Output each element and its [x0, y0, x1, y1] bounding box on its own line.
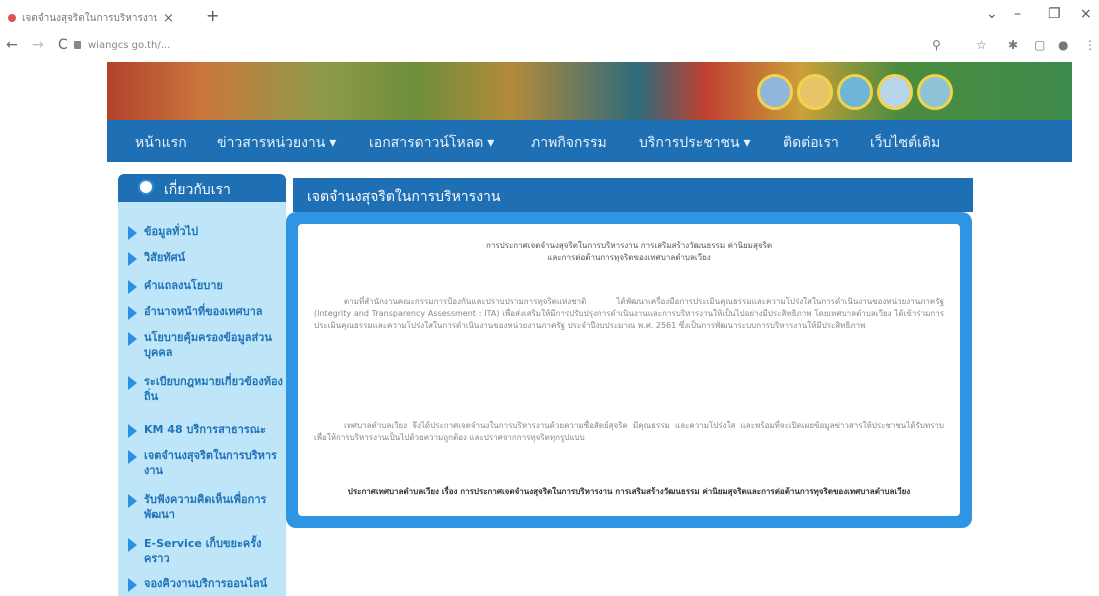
sidebar-item-km[interactable]: KM 48 บริการสาธารณะ [128, 422, 286, 438]
browser-tabbar: เจตจำนงสุจริตในการบริหารงาน × + ⌄ – ❐ × [0, 0, 1099, 34]
announcement-paragraph: ตามที่สำนักงานคณะกรรมการป้องกันและปราบปร… [314, 297, 944, 330]
url-field[interactable]: wiangcs go.th/... [88, 40, 170, 51]
tab-list-icon[interactable]: ⌄ [986, 6, 998, 22]
forward-button[interactable]: → [32, 37, 44, 53]
maximize-button[interactable]: ❐ [1048, 6, 1061, 22]
banner-emblem [837, 74, 873, 110]
sidebar-heading-label: เกี่ยวกับเรา [164, 182, 231, 198]
header-banner [107, 62, 1072, 120]
sidepanel-icon[interactable]: ▢ [1034, 38, 1045, 52]
arrow-right-icon [128, 332, 137, 346]
search-icon[interactable]: ⚲ [932, 38, 941, 52]
arrow-right-icon [128, 376, 137, 390]
announcement-document: การประกาศเจตจำนงสุจริตในการบริหารงาน การ… [298, 224, 960, 516]
content-heading: เจตจำนงสุจริตในการบริหารงาน [293, 178, 973, 212]
menu-services[interactable]: บริการประชาชน ▾ [639, 132, 751, 154]
sidebar-item-eservice[interactable]: E-Service เก็บขยะครั้งคราว [128, 536, 286, 566]
menu-gallery[interactable]: ภาพกิจกรรม [531, 132, 607, 154]
menu-icon[interactable]: ⋮ [1084, 38, 1096, 52]
arrow-right-icon [128, 578, 137, 592]
announcement-title: การประกาศเจตจำนงสุจริตในการบริหารงาน การ… [298, 240, 960, 264]
content-frame: การประกาศเจตจำนงสุจริตในการบริหารงาน การ… [286, 212, 972, 528]
arrow-right-icon [128, 424, 137, 438]
menu-news[interactable]: ข่าวสารหน่วยงาน ▾ [217, 132, 336, 154]
sidebar-item-feedback[interactable]: รับฟังความคิดเห็นเพื่อการพัฒนา [128, 492, 286, 522]
sidebar: ข้อมูลทั่วไป วิสัยทัศน์ คำแถลงนโยบาย อำน… [118, 202, 286, 596]
main-menu: หน้าแรก ข่าวสารหน่วยงาน ▾ เอกสารดาวน์โหล… [107, 120, 1072, 162]
arrow-right-icon [128, 306, 137, 320]
menu-downloads[interactable]: เอกสารดาวน์โหลด ▾ [369, 132, 494, 154]
bookmark-star-icon[interactable]: ☆ [976, 38, 987, 52]
announcement-title-line2: และการต่อต้านการทุจริตของเทศบาลตำบลเวียง [547, 253, 711, 262]
menu-contact[interactable]: ติดต่อเรา [783, 132, 839, 154]
close-window-button[interactable]: × [1080, 6, 1092, 22]
sidebar-item-booking[interactable]: จองคิวงานบริการออนไลน์ [128, 576, 286, 592]
menu-home[interactable]: หน้าแรก [135, 132, 187, 154]
new-tab-button[interactable]: + [206, 6, 219, 25]
page-margin [1072, 62, 1099, 596]
sidebar-item-general-info[interactable]: ข้อมูลทั่วไป [128, 224, 286, 240]
arrow-right-icon [128, 280, 137, 294]
arrow-right-icon [128, 252, 137, 266]
page-title: เจตจำนงสุจริตในการบริหารงาน [307, 189, 501, 205]
banner-emblem [877, 74, 913, 110]
tab-title: เจตจำนงสุจริตในการบริหารงาน [22, 12, 157, 24]
tab-close-icon[interactable]: × [163, 11, 174, 26]
menu-old-site[interactable]: เว็บไซต์เดิม [870, 132, 940, 154]
announcement-title-line1: การประกาศเจตจำนงสุจริตในการบริหารงาน การ… [485, 241, 773, 250]
address-bar: ← → C wiangcs go.th/... ⚲ ☆ ✱ ▢ ● ⋮ [0, 34, 1099, 60]
sidebar-item-duties[interactable]: อำนาจหน้าที่ของเทศบาล [128, 304, 286, 320]
browser-tab[interactable]: เจตจำนงสุจริตในการบริหารงาน × [8, 6, 198, 30]
reload-button[interactable]: C [58, 37, 68, 53]
sidebar-item-integrity[interactable]: เจตจำนงสุจริตในการบริหารงาน [128, 448, 286, 478]
banner-emblem [917, 74, 953, 110]
sidebar-item-privacy[interactable]: นโยบายคุ้มครองข้อมูลส่วนบุคคล [128, 330, 286, 360]
profile-icon[interactable]: ● [1058, 38, 1068, 52]
favicon-icon [8, 14, 16, 22]
globe-icon [138, 179, 154, 195]
banner-emblem [797, 74, 833, 110]
lock-icon [74, 41, 81, 49]
sidebar-heading: เกี่ยวกับเรา [118, 174, 286, 202]
arrow-right-icon [128, 494, 137, 508]
sidebar-item-policy[interactable]: คำแถลงนโยบาย [128, 278, 286, 294]
announcement-paragraph: เทศบาลตำบลเวียง จึงได้ประกาศเจตจำนงในการ… [314, 421, 944, 442]
banner-emblem [757, 74, 793, 110]
announcement-link[interactable]: ประกาศเทศบาลตำบลเวียง เรื่อง การประกาศเจ… [298, 486, 960, 498]
extensions-icon[interactable]: ✱ [1008, 38, 1018, 52]
arrow-right-icon [128, 538, 137, 552]
sidebar-item-vision[interactable]: วิสัยทัศน์ [128, 250, 286, 266]
minimize-button[interactable]: – [1014, 6, 1021, 22]
arrow-right-icon [128, 226, 137, 240]
arrow-right-icon [128, 450, 137, 464]
sidebar-item-regulations[interactable]: ระเบียบกฎหมายเกี่ยวข้องท้องถิ่น [128, 374, 286, 404]
back-button[interactable]: ← [6, 37, 18, 53]
